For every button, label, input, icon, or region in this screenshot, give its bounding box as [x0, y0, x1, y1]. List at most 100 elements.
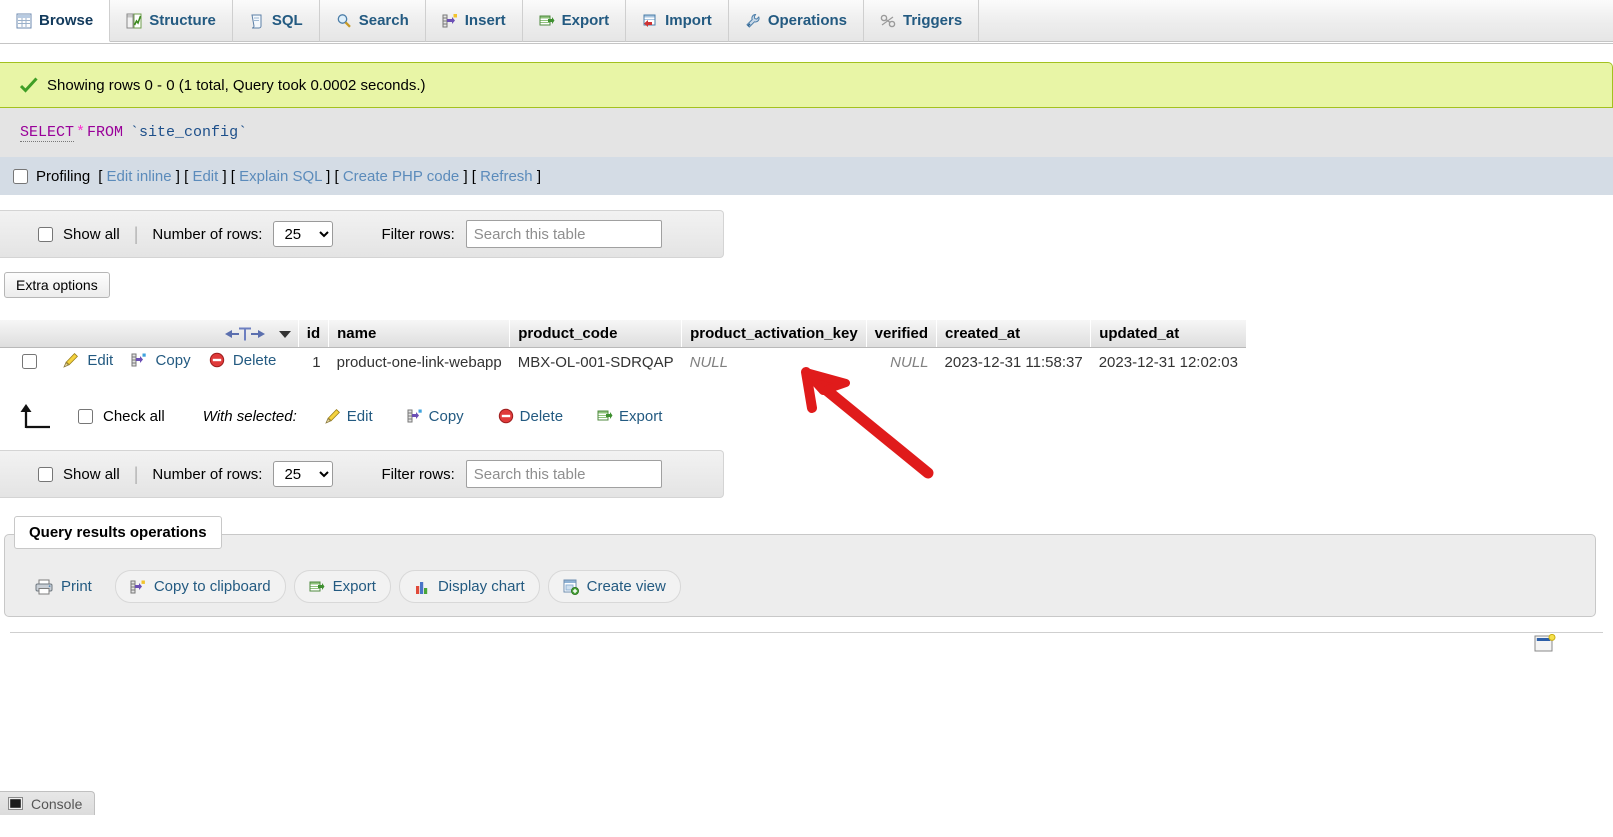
- tab-label: Triggers: [903, 12, 963, 29]
- tab-insert[interactable]: Insert: [425, 0, 523, 42]
- sql-keyword-select[interactable]: SELECT: [20, 124, 75, 142]
- copy-to-clipboard-button[interactable]: Copy to clipboard: [114, 570, 286, 603]
- create-view-button[interactable]: Create view: [547, 570, 681, 603]
- column-header-created-at[interactable]: created_at: [936, 320, 1092, 348]
- profiling-links: [ Edit inline ] [ Edit ] [ Explain SQL ]…: [98, 167, 541, 185]
- show-all-label-top: Show all: [63, 225, 120, 243]
- show-all-checkbox-bottom[interactable]: [38, 466, 53, 482]
- browse-grid-icon: [16, 13, 32, 29]
- column-header-id[interactable]: id: [298, 320, 330, 348]
- tab-label: Browse: [39, 12, 94, 29]
- cell-created-at: 2023-12-31 11:58:37: [936, 347, 1091, 377]
- tab-sql[interactable]: SQL: [232, 0, 320, 42]
- console-bar[interactable]: Console: [0, 791, 96, 815]
- with-selected-label: With selected:: [202, 407, 297, 425]
- query-status-text: Showing rows 0 - 0 (1 total, Query took …: [47, 76, 426, 94]
- link-edit[interactable]: Edit: [192, 168, 218, 185]
- tab-label: Insert: [464, 12, 506, 29]
- link-explain-sql[interactable]: Explain SQL: [239, 168, 322, 185]
- number-of-rows-select-bottom[interactable]: 25: [273, 461, 334, 487]
- footer-divider: [10, 632, 1603, 633]
- query-results-operations-legend: Query results operations: [14, 516, 222, 549]
- console-icon: [8, 797, 23, 810]
- sort-direction-header[interactable]: [0, 320, 299, 348]
- display-chart-button[interactable]: Display chart: [398, 570, 540, 603]
- import-icon: [642, 13, 658, 29]
- with-selected-delete-link[interactable]: Delete: [498, 408, 563, 425]
- filter-rows-label-top: Filter rows:: [381, 225, 455, 243]
- with-selected-copy-link[interactable]: Copy: [407, 408, 464, 425]
- control-separator: |: [133, 224, 139, 244]
- tab-bar-filler: [979, 0, 1613, 42]
- row-actions-cell: Edit Copy Delete: [0, 347, 299, 377]
- number-of-rows-select-top[interactable]: 25: [273, 221, 334, 247]
- sticky-note-icon[interactable]: [1534, 633, 1556, 654]
- main-tab-bar: Browse Structure SQL Search Insert Expor…: [0, 0, 1613, 44]
- extra-options-button[interactable]: Extra options: [4, 272, 110, 298]
- export-button[interactable]: Export: [293, 570, 391, 603]
- pencil-icon: [324, 408, 341, 424]
- print-button[interactable]: Print: [20, 570, 107, 603]
- column-header-verified[interactable]: verified: [866, 320, 938, 348]
- console-label: Console: [31, 795, 83, 812]
- sort-left-right-icon[interactable]: [224, 326, 270, 342]
- cell-product-activation-key: NULL: [681, 347, 867, 377]
- column-header-name[interactable]: name: [328, 320, 511, 348]
- tab-browse[interactable]: Browse: [0, 0, 111, 42]
- magnifier-icon: [336, 13, 352, 29]
- delete-circle-icon: [209, 352, 229, 372]
- results-table-header-row: id name product_code product_activation_…: [0, 320, 1246, 348]
- cell-product-code: MBX-OL-001-SDRQAP: [509, 347, 682, 377]
- tab-search[interactable]: Search: [319, 0, 426, 42]
- column-sort-caret-icon[interactable]: [278, 329, 292, 339]
- bar-chart-icon: [414, 579, 430, 595]
- query-results-operations-buttons: Print Copy to clipboard Export Display c…: [20, 570, 681, 603]
- triggers-icon: [880, 13, 896, 29]
- column-header-updated-at[interactable]: updated_at: [1090, 320, 1246, 348]
- check-all-checkbox[interactable]: [78, 408, 93, 424]
- show-all-label-bottom: Show all: [63, 465, 120, 483]
- link-create-php-code[interactable]: Create PHP code: [343, 168, 459, 185]
- tab-structure[interactable]: Structure: [110, 0, 233, 42]
- filter-rows-input-top[interactable]: [465, 220, 662, 248]
- cell-updated-at: 2023-12-31 12:02:03: [1090, 347, 1246, 377]
- executed-sql-bar: SELECT * FROM `site_config`: [0, 108, 1613, 157]
- row-edit-link[interactable]: Edit: [63, 352, 117, 369]
- tab-triggers[interactable]: Triggers: [864, 0, 980, 42]
- export-icon: [309, 579, 325, 595]
- query-status-bar: Showing rows 0 - 0 (1 total, Query took …: [0, 62, 1613, 108]
- filter-rows-input-bottom[interactable]: [465, 460, 662, 488]
- printer-icon: [35, 579, 53, 595]
- structure-icon: [126, 13, 142, 29]
- delete-circle-icon: [498, 408, 514, 424]
- link-refresh[interactable]: Refresh: [480, 168, 533, 185]
- sql-scroll-icon: [249, 13, 265, 29]
- arrow-up-left-icon[interactable]: [16, 403, 52, 429]
- export-icon: [539, 13, 555, 29]
- tab-export[interactable]: Export: [522, 0, 627, 42]
- sql-star: *: [76, 124, 86, 141]
- row-copy-link[interactable]: Copy: [131, 352, 194, 369]
- cell-verified: NULL: [866, 347, 937, 377]
- sql-table-name: `site_config`: [130, 124, 248, 141]
- row-delete-link[interactable]: Delete: [209, 352, 276, 372]
- with-selected-export-link[interactable]: Export: [597, 408, 662, 425]
- insert-row-icon: [442, 13, 458, 29]
- row-select-checkbox[interactable]: [22, 353, 37, 369]
- with-selected-bar: Check all With selected: Edit Copy Delet…: [0, 400, 696, 432]
- with-selected-edit-link[interactable]: Edit: [324, 408, 373, 425]
- check-all-label: Check all: [103, 407, 165, 425]
- tab-operations[interactable]: Operations: [728, 0, 864, 42]
- column-header-product-activation-key[interactable]: product_activation_key: [681, 320, 867, 348]
- phpmyadmin-browse-page: Browse Structure SQL Search Insert Expor…: [0, 0, 1613, 837]
- profiling-checkbox[interactable]: [13, 168, 28, 184]
- show-all-checkbox-top[interactable]: [38, 226, 53, 242]
- wrench-icon: [745, 13, 761, 29]
- link-edit-inline[interactable]: Edit inline: [107, 168, 172, 185]
- create-view-icon: [563, 579, 579, 595]
- table-row: Edit Copy Delete 1 product-one-link-weba…: [0, 347, 1246, 377]
- column-header-product-code[interactable]: product_code: [509, 320, 683, 348]
- tab-import[interactable]: Import: [626, 0, 729, 42]
- copy-icon: [407, 408, 423, 424]
- filter-rows-label-bottom: Filter rows:: [381, 465, 455, 483]
